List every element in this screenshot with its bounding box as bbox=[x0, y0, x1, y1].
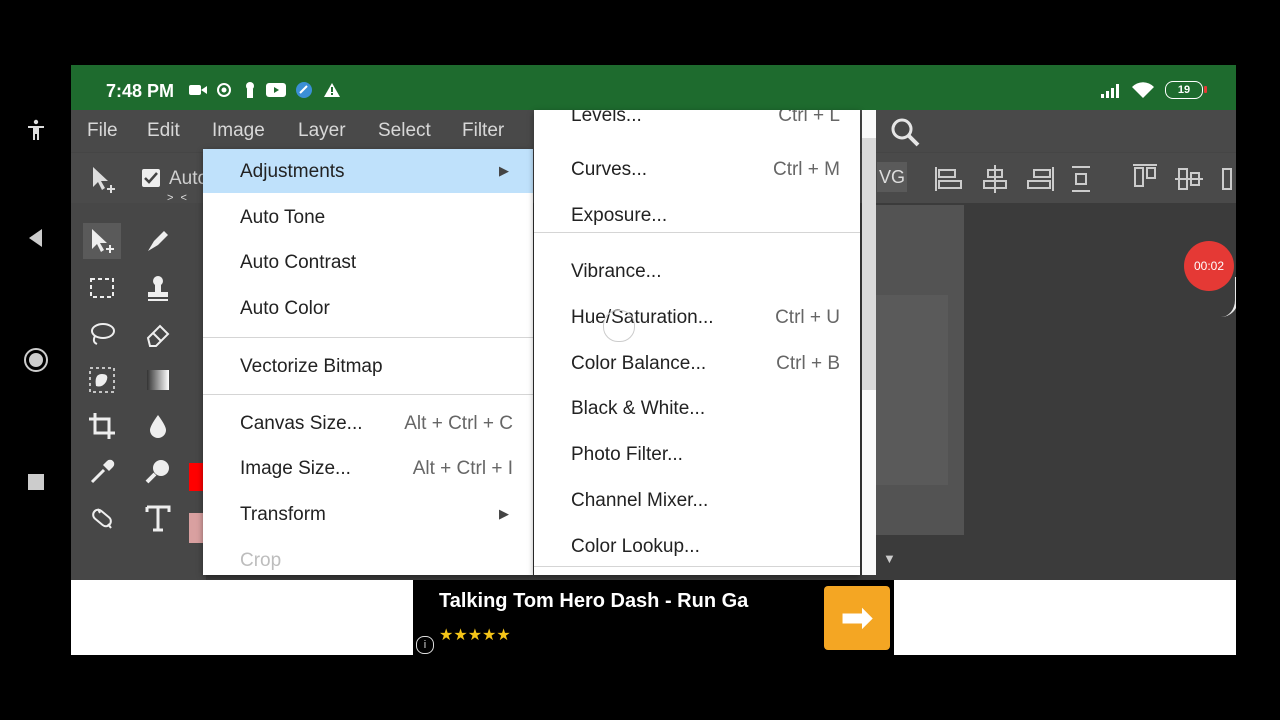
adjustments-submenu: Levels... Ctrl + L Curves... Ctrl + M Expo… bbox=[534, 110, 860, 575]
menu-file[interactable]: File bbox=[87, 120, 118, 142]
ad-info-icon[interactable]: i bbox=[416, 636, 434, 654]
healing-tool-icon[interactable] bbox=[83, 500, 121, 536]
back-icon[interactable] bbox=[20, 222, 52, 254]
submenu-scroll-thumb[interactable] bbox=[862, 138, 876, 390]
align-bottom-icon[interactable] bbox=[1219, 165, 1236, 198]
tool-panel bbox=[71, 203, 206, 583]
lasso-tool-icon[interactable] bbox=[83, 316, 121, 352]
ad-rating: ★★★★★ bbox=[439, 627, 511, 644]
menu-layer[interactable]: Layer bbox=[298, 120, 346, 142]
scroll-down-icon[interactable]: ▼ bbox=[883, 551, 896, 566]
search-icon[interactable] bbox=[889, 116, 921, 153]
accessibility-icon[interactable] bbox=[20, 114, 52, 146]
eyedropper-tool-icon[interactable] bbox=[83, 454, 121, 490]
eraser-tool-icon[interactable] bbox=[139, 316, 177, 352]
menu-item-canvas-size[interactable]: Canvas Size... Alt + Ctrl + C bbox=[203, 401, 533, 445]
marquee-tool-icon[interactable] bbox=[83, 270, 121, 306]
submenu-arrow-icon: ▶ bbox=[499, 163, 509, 178]
svg-button[interactable]: VG bbox=[877, 162, 907, 192]
menu-item-color-lookup[interactable]: Color Lookup... bbox=[534, 524, 860, 568]
blur-tool-icon[interactable] bbox=[139, 408, 177, 444]
move-tool-icon[interactable] bbox=[83, 223, 121, 259]
pen-tool-icon[interactable] bbox=[139, 223, 177, 259]
gradient-tool-icon[interactable] bbox=[139, 362, 177, 398]
wifi-icon bbox=[1131, 81, 1155, 99]
align-right-icon[interactable] bbox=[1027, 165, 1055, 198]
menu-separator bbox=[534, 232, 860, 233]
menu-item-exposure[interactable]: Exposure... bbox=[534, 193, 860, 237]
battery-icon: 19 bbox=[1163, 81, 1207, 99]
move-tool-icon[interactable] bbox=[89, 165, 119, 200]
menu-separator bbox=[534, 566, 860, 567]
menu-edit[interactable]: Edit bbox=[147, 120, 180, 142]
type-tool-icon[interactable] bbox=[139, 500, 177, 536]
distribute-icon[interactable] bbox=[1069, 165, 1093, 198]
align-left-icon[interactable] bbox=[934, 165, 962, 198]
stamp-tool-icon[interactable] bbox=[139, 270, 177, 306]
menu-item-adjustments[interactable]: Adjustments ▶ bbox=[203, 149, 533, 193]
menu-image[interactable]: Image bbox=[212, 120, 265, 142]
menu-item-vibrance[interactable]: Vibrance... bbox=[534, 249, 860, 293]
recording-handle bbox=[1221, 277, 1236, 317]
auto-select-checkbox[interactable] bbox=[142, 169, 160, 187]
status-bar: 7:48 PM 19 bbox=[71, 65, 1236, 110]
align-center-icon[interactable] bbox=[981, 165, 1009, 198]
menu-item-photo-filter[interactable]: Photo Filter... bbox=[534, 432, 860, 476]
menu-select[interactable]: Select bbox=[378, 120, 431, 142]
align-middle-icon[interactable] bbox=[1175, 165, 1203, 198]
image-menu: Adjustments ▶ Auto Tone Auto Contrast Aut… bbox=[203, 149, 533, 575]
menu-item-image-size[interactable]: Image Size... Alt + Ctrl + I bbox=[203, 446, 533, 490]
menu-item-channel-mixer[interactable]: Channel Mixer... bbox=[534, 478, 860, 522]
canvas[interactable] bbox=[876, 295, 948, 485]
menu-filter[interactable]: Filter bbox=[462, 120, 504, 142]
menu-separator bbox=[203, 394, 533, 395]
ad-title[interactable]: Talking Tom Hero Dash - Run Ga bbox=[439, 590, 748, 613]
home-icon[interactable] bbox=[20, 344, 52, 376]
warning-icon bbox=[322, 81, 342, 99]
menu-item-hue-saturation[interactable]: Hue/Saturation... Ctrl + U bbox=[534, 295, 860, 339]
menu-item-auto-tone[interactable]: Auto Tone bbox=[203, 195, 533, 239]
menu-separator bbox=[203, 337, 533, 338]
app-badge-icon bbox=[294, 81, 314, 99]
menu-item-vectorize-bitmap[interactable]: Vectorize Bitmap bbox=[203, 344, 533, 388]
ad-install-button[interactable]: ➡ bbox=[824, 586, 890, 650]
menu-item-auto-color[interactable]: Auto Color bbox=[203, 286, 533, 330]
signal-icon bbox=[1101, 81, 1123, 99]
status-time: 7:48 PM bbox=[106, 81, 175, 101]
battery-level: 19 bbox=[1177, 84, 1191, 96]
recents-icon[interactable] bbox=[20, 466, 52, 498]
menu-item-curves[interactable]: Curves... Ctrl + M bbox=[534, 147, 860, 191]
crop-tool-icon[interactable] bbox=[83, 408, 121, 444]
quick-selection-tool-icon[interactable] bbox=[83, 362, 121, 398]
menu-item-auto-contrast[interactable]: Auto Contrast bbox=[203, 240, 533, 284]
menu-item-transform[interactable]: Transform ▶ bbox=[203, 492, 533, 536]
zoom-tool-icon[interactable] bbox=[139, 454, 177, 490]
youtube-icon bbox=[266, 81, 286, 99]
menu-item-levels[interactable]: Levels... Ctrl + L bbox=[534, 110, 860, 137]
video-icon bbox=[188, 81, 208, 99]
menu-item-color-balance[interactable]: Color Balance... Ctrl + B bbox=[534, 341, 860, 385]
menu-item-black-white[interactable]: Black & White... bbox=[534, 386, 860, 430]
screen-recorder-icon bbox=[214, 81, 234, 99]
touch-indicator bbox=[603, 310, 635, 342]
submenu-arrow-icon: ▶ bbox=[499, 506, 509, 521]
menu-item-crop: Crop bbox=[240, 550, 282, 571]
keyhole-icon bbox=[240, 81, 260, 99]
align-top-icon[interactable] bbox=[1131, 163, 1159, 196]
